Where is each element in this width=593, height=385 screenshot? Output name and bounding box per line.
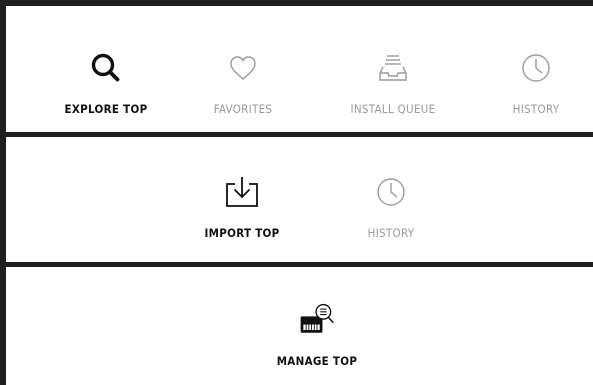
clock-icon [516, 48, 556, 88]
tab-import-history[interactable]: HISTORY [326, 172, 456, 240]
tab-label: EXPLORE TOP [64, 102, 148, 116]
search-icon [86, 48, 126, 88]
clock-icon [371, 172, 411, 212]
tab-label: FAVORITES [213, 102, 273, 116]
tab-install-queue[interactable]: INSTALL QUEUE [328, 48, 458, 116]
tab-label: HISTORY [367, 226, 415, 240]
import-icon [222, 172, 262, 212]
keyboard-search-icon [297, 300, 337, 340]
inbox-tray-icon [373, 48, 413, 88]
tab-label: MANAGE TOP [276, 354, 358, 368]
tab-manage-top[interactable]: MANAGE TOP [252, 300, 382, 368]
tab-label: IMPORT TOP [204, 226, 280, 240]
section-divider [6, 132, 593, 137]
tab-import-top[interactable]: IMPORT TOP [177, 172, 307, 240]
tab-explore-top[interactable]: EXPLORE TOP [41, 48, 171, 116]
tab-label: INSTALL QUEUE [350, 102, 436, 116]
tab-history[interactable]: HISTORY [471, 48, 593, 116]
tab-favorites[interactable]: FAVORITES [178, 48, 308, 116]
tab-label: HISTORY [512, 102, 560, 116]
heart-icon [223, 48, 263, 88]
section-divider [6, 262, 593, 267]
